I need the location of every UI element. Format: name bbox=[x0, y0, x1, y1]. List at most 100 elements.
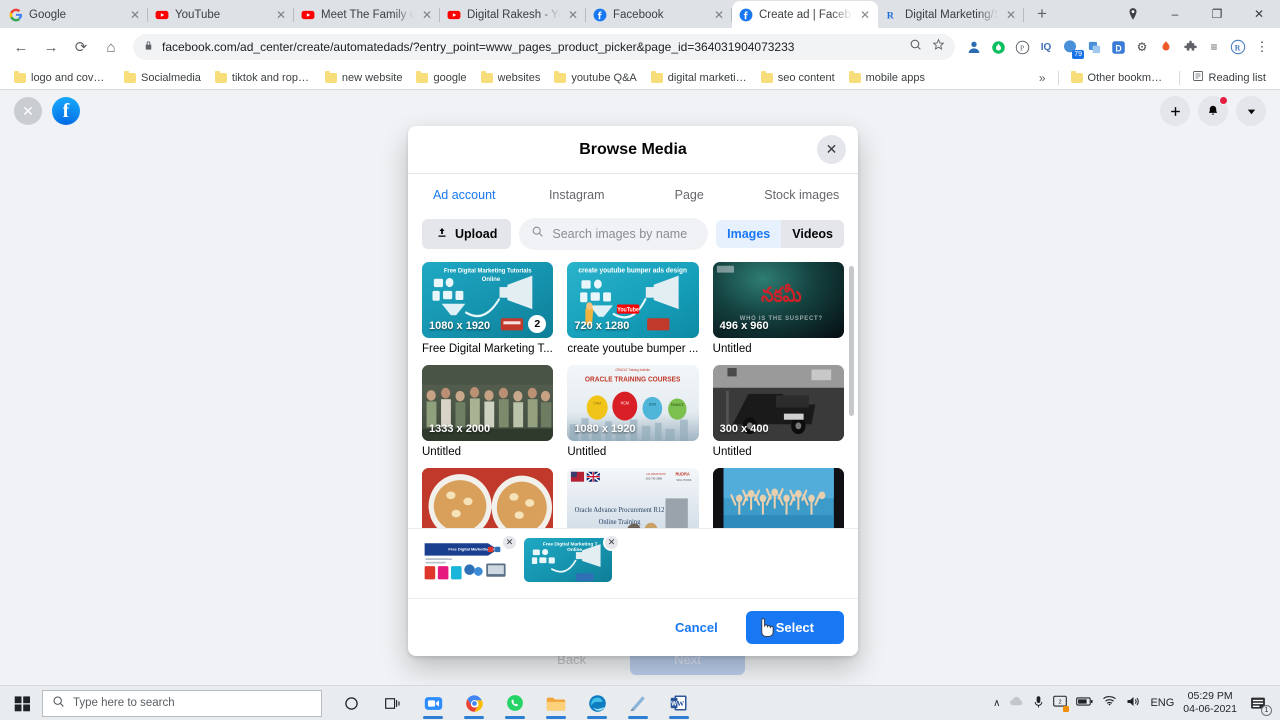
dialog-footer: Cancel Select bbox=[408, 598, 858, 656]
task-view-icon[interactable] bbox=[373, 687, 411, 720]
volume-icon[interactable] bbox=[1126, 695, 1141, 711]
upload-icon bbox=[436, 226, 448, 242]
media-caption: Untitled bbox=[712, 446, 752, 458]
edge-taskbar-icon[interactable] bbox=[578, 687, 616, 720]
remove-selection-icon[interactable]: ✕ bbox=[603, 534, 620, 551]
cancel-button[interactable]: Cancel bbox=[661, 612, 732, 643]
media-item[interactable]: 1333 x 2000 Untitled bbox=[422, 365, 554, 458]
tab-page[interactable]: Page bbox=[633, 174, 746, 216]
tab-stock-images[interactable]: Stock images bbox=[746, 174, 859, 216]
media-toolbar: Upload Images Videos bbox=[408, 216, 858, 262]
media-grid-scroll[interactable]: Free Digital Marketing Tutorials Online bbox=[408, 262, 858, 528]
search-icon bbox=[531, 225, 544, 243]
selected-thumb-2[interactable]: Free Digital Marketing T Online bbox=[524, 538, 612, 582]
remove-selection-icon[interactable]: ✕ bbox=[501, 534, 518, 551]
whatsapp-taskbar-icon[interactable] bbox=[496, 687, 534, 720]
display-icon[interactable]: 2 bbox=[1053, 695, 1070, 712]
media-dimensions: 720 x 1280 bbox=[574, 320, 630, 332]
media-item[interactable]: 300 x 400 Untitled bbox=[712, 365, 844, 458]
media-thumbnail[interactable]: 300 x 400 bbox=[712, 365, 844, 441]
svg-text:W: W bbox=[677, 699, 685, 708]
cloud-icon[interactable] bbox=[1009, 695, 1024, 711]
svg-text:RUDRA: RUDRA bbox=[676, 471, 690, 476]
tray-expand-chevron-icon[interactable]: ∧ bbox=[993, 698, 1000, 709]
media-item[interactable] bbox=[422, 468, 554, 528]
windows-start-icon[interactable] bbox=[4, 686, 40, 720]
search-input[interactable] bbox=[552, 227, 697, 241]
selected-thumb-1[interactable]: Free Digital Marketing ad bbox=[422, 538, 510, 582]
search-images-box[interactable] bbox=[519, 218, 709, 250]
source-tabs: Ad account Instagram Page Stock images bbox=[408, 174, 858, 216]
media-type-toggle: Images Videos bbox=[716, 220, 844, 248]
svg-text:నకమీ: నకమీ bbox=[761, 283, 801, 307]
system-tray: ∧ 2 ENG 05:29 PM 04-06-2021 1 bbox=[993, 690, 1276, 716]
svg-text:2: 2 bbox=[1059, 700, 1062, 706]
dialog-header: Browse Media ✕ bbox=[408, 126, 858, 174]
media-dimensions: 300 x 400 bbox=[719, 423, 769, 435]
svg-text:Free Digital Marketing Tutoria: Free Digital Marketing Tutorials bbox=[444, 267, 532, 274]
media-item[interactable]: +91-9652574678 281-742-3586 RUDRA SOLUTI… bbox=[567, 468, 699, 528]
windows-taskbar: Type here to search WW ∧ 2 ENG 05:29 PM … bbox=[0, 685, 1280, 720]
media-item[interactable]: Free Digital Marketing Tutorials Online bbox=[422, 262, 554, 355]
file-explorer-taskbar-icon[interactable] bbox=[537, 687, 575, 720]
media-thumbnail[interactable]: ORACLE Training Institute ORACLE TRAININ… bbox=[567, 365, 699, 441]
media-thumbnail[interactable]: +91-9652574678 281-742-3586 RUDRA SOLUTI… bbox=[567, 468, 699, 528]
close-icon[interactable]: ✕ bbox=[817, 135, 846, 164]
media-thumbnail[interactable]: Free Digital Marketing Tutorials Online bbox=[422, 262, 554, 338]
tab-instagram[interactable]: Instagram bbox=[521, 174, 634, 216]
svg-text:Oracle Advance Procurement R12: Oracle Advance Procurement R12 bbox=[575, 506, 665, 515]
svg-text:Free Digital Marketing T: Free Digital Marketing T bbox=[543, 541, 598, 547]
svg-text:Online: Online bbox=[482, 276, 501, 283]
mouse-cursor-pointer-icon bbox=[760, 618, 774, 638]
svg-text:ORACLE TRAINING COURSES: ORACLE TRAINING COURSES bbox=[585, 375, 681, 384]
taskbar-search-placeholder: Type here to search bbox=[73, 697, 175, 709]
selected-media-slot: ✕ Free Digital Marketing T Online bbox=[524, 534, 620, 586]
media-caption: Untitled bbox=[567, 446, 607, 458]
images-toggle[interactable]: Images bbox=[716, 220, 782, 248]
svg-text:ORACLE Training Institute: ORACLE Training Institute bbox=[616, 368, 651, 372]
taskbar-clock[interactable]: 05:29 PM 04-06-2021 bbox=[1183, 690, 1237, 716]
media-caption: Free Digital Marketing T... bbox=[422, 343, 553, 355]
microphone-icon[interactable] bbox=[1033, 695, 1044, 712]
chrome-taskbar-icon[interactable] bbox=[455, 687, 493, 720]
media-dimensions: 1333 x 2000 bbox=[429, 423, 491, 435]
clock-date: 04-06-2021 bbox=[1183, 703, 1237, 715]
scrollbar-thumb[interactable] bbox=[849, 266, 854, 416]
snipping-tool-taskbar-icon[interactable] bbox=[619, 687, 657, 720]
svg-text:create youtube bumper ads desi: create youtube bumper ads design bbox=[579, 266, 688, 275]
svg-text:CRM: CRM bbox=[594, 401, 602, 405]
taskbar-app-icons: WW bbox=[332, 687, 698, 720]
selected-media-tray: ✕ Free Digital Marketing ad ✕ Free Digit… bbox=[408, 528, 858, 598]
media-dimensions: 496 x 960 bbox=[719, 320, 769, 332]
videos-toggle[interactable]: Videos bbox=[781, 220, 844, 248]
language-indicator[interactable]: ENG bbox=[1150, 697, 1174, 709]
word-taskbar-icon[interactable]: WW bbox=[660, 687, 698, 720]
action-center-icon[interactable]: 1 bbox=[1246, 691, 1272, 716]
zoom-taskbar-icon[interactable] bbox=[414, 687, 452, 720]
select-button[interactable]: Select bbox=[745, 611, 844, 644]
media-thumbnail[interactable] bbox=[422, 468, 554, 528]
media-caption: create youtube bumper ... bbox=[567, 343, 699, 355]
wifi-icon[interactable] bbox=[1102, 695, 1117, 711]
battery-icon[interactable] bbox=[1076, 696, 1094, 710]
media-thumbnail[interactable] bbox=[712, 468, 844, 528]
media-thumbnail[interactable]: నకమీ WHO IS THE SUSPECT? 496 x 960 bbox=[712, 262, 844, 338]
media-caption: Untitled bbox=[712, 343, 752, 355]
tab-ad-account[interactable]: Ad account bbox=[408, 174, 521, 216]
svg-text:YouTube: YouTube bbox=[618, 307, 640, 313]
media-item[interactable]: create youtube bumper ads design YouTube… bbox=[567, 262, 699, 355]
select-button-label: Select bbox=[775, 620, 814, 635]
media-thumbnail[interactable]: create youtube bumper ads design YouTube… bbox=[567, 262, 699, 338]
selected-media-slot: ✕ Free Digital Marketing ad bbox=[422, 534, 518, 586]
svg-text:W: W bbox=[671, 701, 677, 707]
media-item[interactable] bbox=[712, 468, 844, 528]
cortana-icon[interactable] bbox=[332, 687, 370, 720]
upload-button[interactable]: Upload bbox=[422, 219, 512, 249]
taskbar-search-box[interactable]: Type here to search bbox=[42, 689, 322, 717]
media-thumbnail[interactable]: 1333 x 2000 bbox=[422, 365, 554, 441]
media-item[interactable]: ORACLE Training Institute ORACLE TRAININ… bbox=[567, 365, 699, 458]
action-center-badge: 1 bbox=[1261, 705, 1272, 716]
media-item[interactable]: నకమీ WHO IS THE SUSPECT? 496 x 960 Untit… bbox=[712, 262, 844, 355]
browse-media-dialog: Browse Media ✕ Ad account Instagram Page… bbox=[408, 126, 858, 656]
media-dimensions: 1080 x 1920 bbox=[574, 423, 636, 435]
